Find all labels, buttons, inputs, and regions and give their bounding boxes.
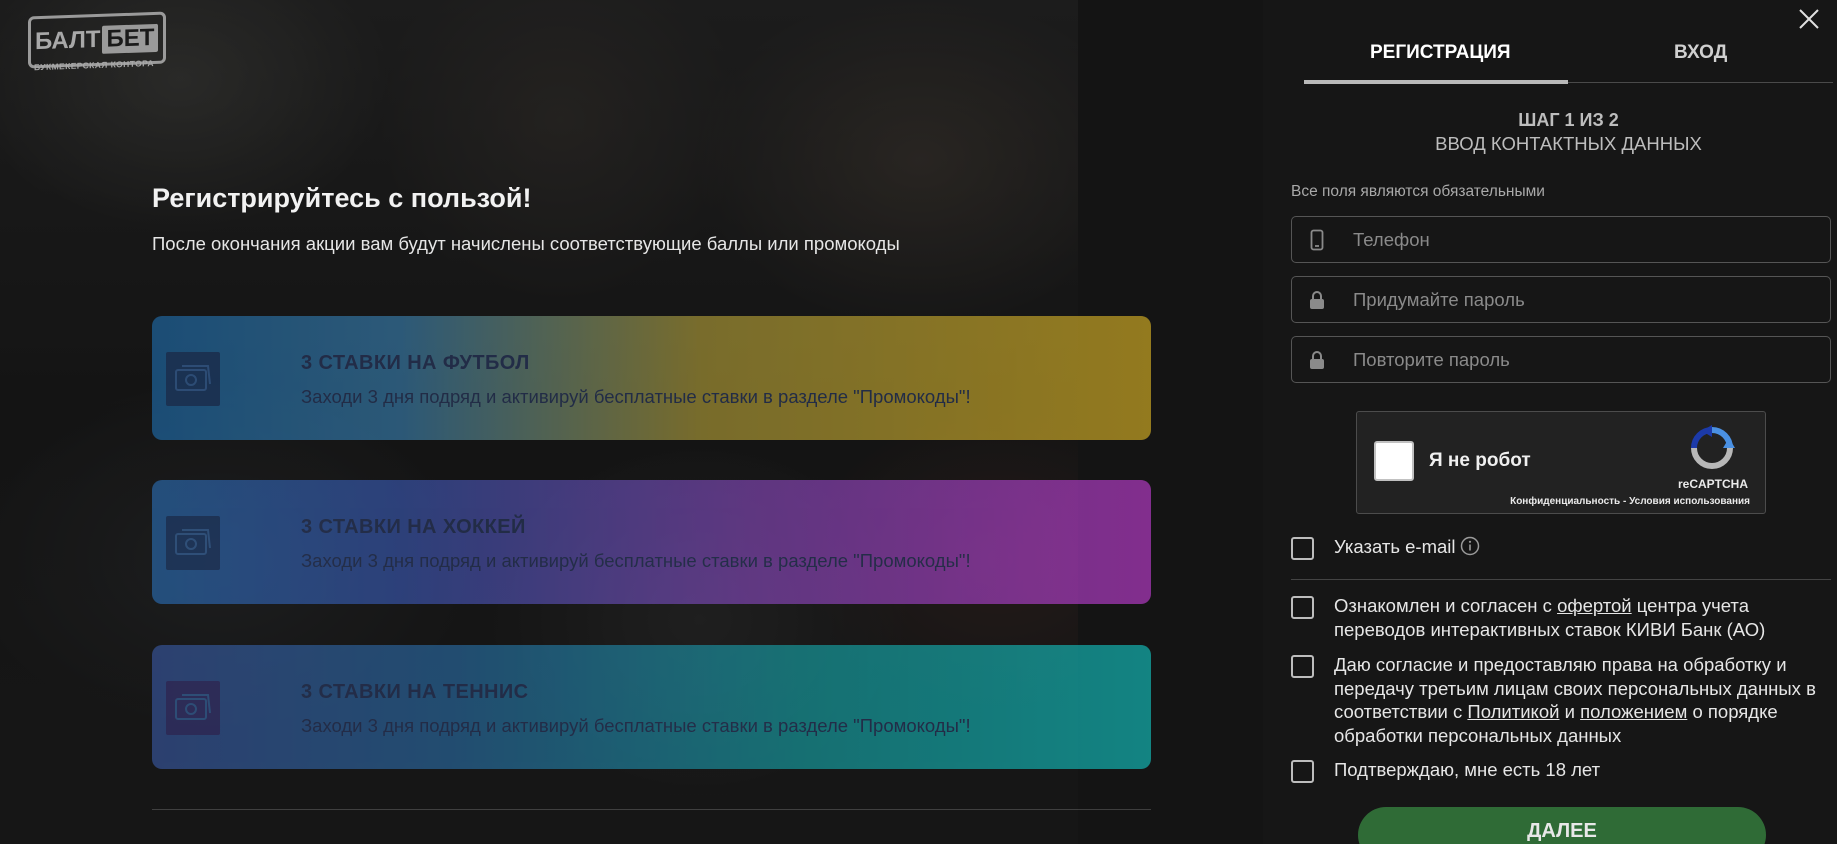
required-fields-note: Все поля являются обязательными — [1291, 183, 1545, 200]
recaptcha-logo-icon — [1691, 425, 1735, 469]
offer-link[interactable]: офертой — [1557, 595, 1632, 616]
next-button[interactable]: ДАЛЕЕ — [1358, 807, 1766, 844]
regulation-link[interactable]: положением — [1580, 701, 1687, 722]
tab-register[interactable]: РЕГИСТРАЦИЯ — [1370, 42, 1511, 64]
recaptcha-privacy-link[interactable]: Конфиденциальность — [1510, 496, 1620, 507]
options-divider — [1291, 579, 1831, 580]
promo-card-tennis: 3 СТАВКИ НА ТЕННИС Заходи 3 дня подряд и… — [152, 645, 1151, 769]
ticket-icon — [166, 352, 220, 406]
consent-row: Даю согласие и предоставляю права на обр… — [1291, 653, 1831, 747]
promo-card-title: 3 СТАВКИ НА ТЕННИС — [301, 681, 529, 703]
step-title: ШАГ 1 ИЗ 2 — [1518, 110, 1619, 130]
lock-icon — [1306, 349, 1328, 371]
tab-login[interactable]: ВХОД — [1674, 42, 1727, 64]
promo-card-text: Заходи 3 дня подряд и активируй бесплатн… — [301, 550, 971, 571]
promo-divider — [152, 809, 1151, 810]
promo-card-football: 3 СТАВКИ НА ФУТБОЛ Заходи 3 дня подряд и… — [152, 316, 1151, 440]
info-icon[interactable] — [1460, 536, 1480, 556]
promo-subtitle: После окончания акции вам будут начислен… — [152, 233, 900, 254]
phone-icon — [1306, 229, 1328, 251]
lock-icon — [1306, 289, 1328, 311]
ticket-icon — [166, 681, 220, 735]
close-button[interactable] — [1794, 4, 1824, 34]
consent-text-middle: и — [1559, 701, 1581, 722]
consent-text: Даю согласие и предоставляю права на обр… — [1334, 653, 1831, 747]
ticket-icon — [166, 516, 220, 570]
recaptcha-checkbox[interactable] — [1374, 441, 1414, 481]
offer-checkbox[interactable] — [1291, 596, 1314, 619]
close-icon — [1799, 9, 1819, 29]
recaptcha-widget: Я не робот reCAPTCHA Конфиденциальность … — [1356, 411, 1766, 514]
recaptcha-terms-link[interactable]: Условия использования — [1629, 496, 1750, 507]
age-confirm-label: Подтверждаю, мне есть 18 лет — [1334, 759, 1601, 780]
auth-tabs: РЕГИСТРАЦИЯ ВХОД — [1304, 40, 1833, 84]
logo-balt-text: БАЛТ — [35, 25, 101, 56]
recaptcha-link-separator: - — [1620, 496, 1630, 507]
consent-checkbox[interactable] — [1291, 655, 1314, 678]
password-repeat-input[interactable] — [1353, 337, 1823, 382]
password-input[interactable] — [1353, 277, 1823, 322]
promo-card-title: 3 СТАВКИ НА ФУТБОЛ — [301, 352, 530, 374]
logo-bet-text: БЕТ — [102, 23, 159, 54]
offer-text-before: Ознакомлен и согласен с — [1334, 595, 1558, 616]
registration-panel: РЕГИСТРАЦИЯ ВХОД ШАГ 1 ИЗ 2 ВВОД КОНТАКТ… — [1263, 0, 1837, 844]
email-checkbox[interactable] — [1291, 537, 1314, 560]
baltbet-logo[interactable]: БАЛТ БЕТ букмекерская контора — [28, 11, 166, 83]
email-option-row: Указать e-mail — [1291, 535, 1831, 560]
promo-card-text: Заходи 3 дня подряд и активируй бесплатн… — [301, 715, 971, 736]
promo-card-hockey: 3 СТАВКИ НА ХОККЕЙ Заходи 3 дня подряд и… — [152, 480, 1151, 604]
password-repeat-field — [1291, 336, 1831, 383]
step-subtitle: ВВОД КОНТАКТНЫХ ДАННЫХ — [1435, 133, 1702, 154]
policy-link[interactable]: Политикой — [1467, 701, 1559, 722]
offer-agreement-text: Ознакомлен и согласен с офертой центра у… — [1334, 594, 1831, 641]
phone-field — [1291, 216, 1831, 263]
age-confirm-row: Подтверждаю, мне есть 18 лет — [1291, 758, 1831, 783]
age-checkbox[interactable] — [1291, 760, 1314, 783]
active-tab-indicator — [1304, 80, 1568, 84]
recaptcha-links: Конфиденциальность - Условия использован… — [1510, 496, 1750, 507]
offer-agreement-row: Ознакомлен и согласен с офертой центра у… — [1291, 594, 1831, 641]
email-option-text: Указать e-mail — [1334, 535, 1480, 559]
phone-input[interactable] — [1353, 217, 1823, 262]
promo-title: Регистрируйтесь с пользой! — [152, 183, 532, 213]
password-field — [1291, 276, 1831, 323]
promo-card-title: 3 СТАВКИ НА ХОККЕЙ — [301, 516, 526, 538]
email-option-label: Указать e-mail — [1334, 536, 1456, 557]
recaptcha-brand: reCAPTCHA — [1677, 477, 1748, 491]
recaptcha-label: Я не робот — [1429, 450, 1531, 471]
promo-card-text: Заходи 3 дня подряд и активируй бесплатн… — [301, 386, 971, 407]
